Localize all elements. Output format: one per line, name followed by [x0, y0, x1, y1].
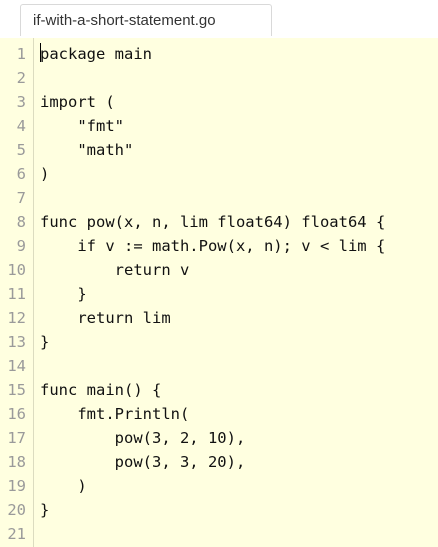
line-number: 21 [7, 525, 26, 543]
code-line[interactable]: 9 if v := math.Pow(x, n); v < lim { [0, 234, 438, 258]
line-number: 18 [7, 453, 26, 471]
code-editor[interactable]: 1 package main 2 3 import (4 "fmt" 5 "math" 6)… [0, 38, 438, 547]
line-number: 17 [7, 429, 26, 447]
code-line[interactable]: 18 pow(3, 3, 20), [0, 450, 438, 474]
code-line[interactable]: 13} [0, 330, 438, 354]
line-number: 19 [7, 477, 26, 495]
line-number: 3 [16, 93, 26, 111]
line-number: 8 [16, 213, 26, 231]
code-text[interactable]: if v := math.Pow(x, n); v < lim { [40, 234, 385, 258]
line-number: 9 [16, 237, 26, 255]
line-number: 10 [7, 261, 26, 279]
code-line[interactable]: 6) [0, 162, 438, 186]
code-text[interactable]: "math" [40, 138, 133, 162]
code-line[interactable]: 21 [0, 522, 438, 546]
code-line[interactable]: 11 } [0, 282, 438, 306]
code-line[interactable]: 10 return v [0, 258, 438, 282]
code-line[interactable]: 1 package main [0, 42, 438, 66]
code-text[interactable]: ) [40, 474, 86, 498]
code-text[interactable]: package main [40, 42, 152, 66]
line-number: 14 [7, 357, 26, 375]
code-line[interactable]: 15 func main() { [0, 378, 438, 402]
code-line[interactable]: 16 fmt.Println( [0, 402, 438, 426]
code-text[interactable]: return lim [40, 306, 170, 330]
line-number: 16 [7, 405, 26, 423]
line-number: 7 [16, 189, 26, 207]
code-line[interactable]: 2 [0, 66, 438, 90]
code-text[interactable]: func pow(x, n, lim float64) float64 { [40, 210, 385, 234]
code-line[interactable]: 8 func pow(x, n, lim float64) float64 { [0, 210, 438, 234]
tab-bar: if-with-a-short-statement.go [0, 0, 438, 38]
line-number: 6 [16, 165, 26, 183]
code-text[interactable]: import ( [40, 90, 115, 114]
code-text[interactable]: ) [40, 162, 49, 186]
file-tab[interactable]: if-with-a-short-statement.go [20, 4, 272, 36]
line-number: 2 [16, 69, 26, 87]
code-line[interactable]: 19 ) [0, 474, 438, 498]
code-line[interactable]: 14 [0, 354, 438, 378]
code-text[interactable]: fmt.Println( [40, 402, 189, 426]
line-number: 4 [16, 117, 26, 135]
line-number: 20 [7, 501, 26, 519]
line-number: 11 [7, 285, 26, 303]
code-line[interactable]: 7 [0, 186, 438, 210]
line-number: 5 [16, 141, 26, 159]
code-line[interactable]: 20} [0, 498, 438, 522]
code-line[interactable]: 3 import ( [0, 90, 438, 114]
code-text[interactable]: } [40, 282, 86, 306]
code-text[interactable]: return v [40, 258, 190, 282]
code-line[interactable]: 5 "math" [0, 138, 438, 162]
line-number: 1 [16, 45, 26, 63]
code-text[interactable]: } [40, 498, 49, 522]
code-text[interactable]: pow(3, 2, 10), [40, 426, 246, 450]
code-line[interactable]: 17 pow(3, 2, 10), [0, 426, 438, 450]
code-line[interactable]: 12 return lim [0, 306, 438, 330]
code-text[interactable]: } [40, 330, 49, 354]
code-text[interactable]: pow(3, 3, 20), [40, 450, 246, 474]
text-cursor [40, 43, 41, 62]
code-text[interactable]: "fmt" [40, 114, 124, 138]
code-line[interactable]: 4 "fmt" [0, 114, 438, 138]
code-text[interactable]: func main() { [40, 378, 161, 402]
line-number: 12 [7, 309, 26, 327]
line-number: 13 [7, 333, 26, 351]
line-number: 15 [7, 381, 26, 399]
